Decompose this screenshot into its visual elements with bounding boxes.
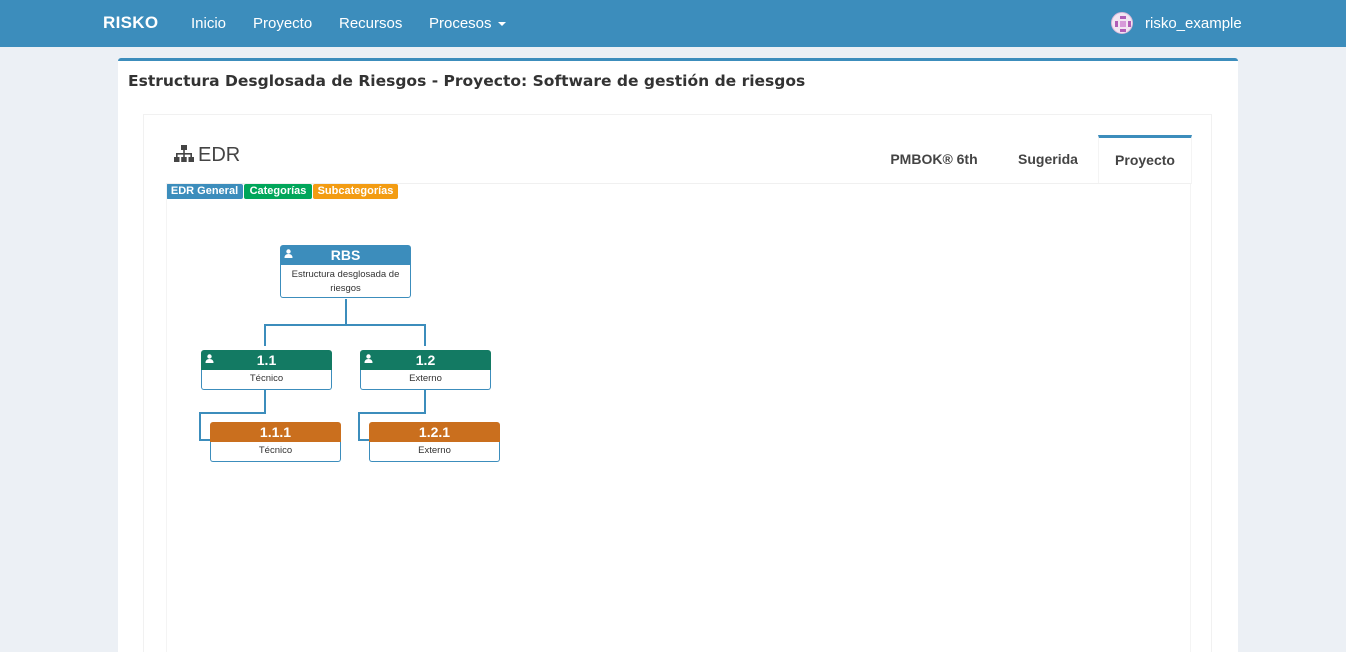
connector-line: [424, 324, 426, 346]
user-icon: [364, 354, 373, 363]
edr-card: EDR PMBOK® 6th Sugerida Proyecto EDR Gen…: [143, 114, 1212, 652]
user-avatar[interactable]: [1111, 12, 1133, 34]
tree-node-header: 1.2.1: [369, 422, 500, 442]
tree-node-category[interactable]: 1.2 Externo: [360, 350, 491, 390]
tab-sugerida[interactable]: Sugerida: [999, 135, 1097, 184]
tree-node-category[interactable]: 1.1 Técnico: [201, 350, 332, 390]
tree-node-desc: Externo: [369, 442, 500, 462]
tab-pmbok[interactable]: PMBOK® 6th: [874, 135, 994, 184]
tree-node-header: 1.2: [360, 350, 491, 370]
connector-line: [358, 412, 360, 441]
page-title: Estructura Desglosada de Riesgos - Proye…: [128, 72, 806, 90]
user-menu-name[interactable]: risko_example: [1145, 15, 1242, 32]
connector-line: [424, 390, 426, 414]
edr-header: EDR: [174, 144, 240, 167]
tab-proyecto[interactable]: Proyecto: [1098, 135, 1192, 184]
sitemap-icon: [174, 145, 194, 162]
connector-line: [199, 412, 201, 441]
connector-line: [345, 299, 347, 325]
nav-link-procesos-label: Procesos: [429, 15, 492, 32]
tree-node-code: 1.1: [256, 352, 277, 368]
tree-node-desc: Técnico: [210, 442, 341, 462]
tree-node-code: 1.2: [415, 352, 436, 368]
brand-logo[interactable]: RISKO: [103, 13, 158, 33]
tree-node-header: 1.1: [201, 350, 332, 370]
tree-node-desc: Técnico: [201, 370, 332, 390]
connector-line: [264, 324, 266, 346]
nav-link-recursos[interactable]: Recursos: [339, 15, 402, 32]
connector-line: [264, 390, 266, 414]
tree-node-code: 1.1.1: [259, 424, 292, 440]
top-navbar: RISKO Inicio Proyecto Recursos Procesos …: [0, 0, 1346, 47]
tree-node-header: 1.1.1: [210, 422, 341, 442]
tree-node-root[interactable]: RBS Estructura desglosada de riesgos: [280, 245, 411, 298]
edr-header-label: EDR: [198, 144, 241, 166]
connector-line: [358, 412, 426, 414]
caret-down-icon: [497, 22, 506, 27]
tree-node-subcategory[interactable]: 1.2.1 Externo: [369, 422, 500, 462]
nav-dropdown-procesos[interactable]: Procesos: [429, 15, 506, 32]
tree-node-desc: Estructura desglosada de riesgos: [280, 265, 411, 298]
tree-node-desc: Externo: [360, 370, 491, 390]
tree-node-code: 1.2.1: [418, 424, 451, 440]
tree-node-header: RBS: [280, 245, 411, 265]
main-box: Estructura Desglosada de Riesgos - Proye…: [118, 58, 1238, 652]
tree-canvas: RBS Estructura desglosada de riesgos 1.1…: [166, 183, 1191, 652]
connector-line: [199, 412, 266, 414]
connector-line: [264, 324, 426, 326]
tree-node-subcategory[interactable]: 1.1.1 Técnico: [210, 422, 341, 462]
nav-link-inicio[interactable]: Inicio: [191, 15, 226, 32]
user-icon: [284, 249, 293, 258]
user-icon: [205, 354, 214, 363]
tree-node-code: RBS: [330, 247, 361, 263]
nav-link-proyecto[interactable]: Proyecto: [253, 15, 312, 32]
